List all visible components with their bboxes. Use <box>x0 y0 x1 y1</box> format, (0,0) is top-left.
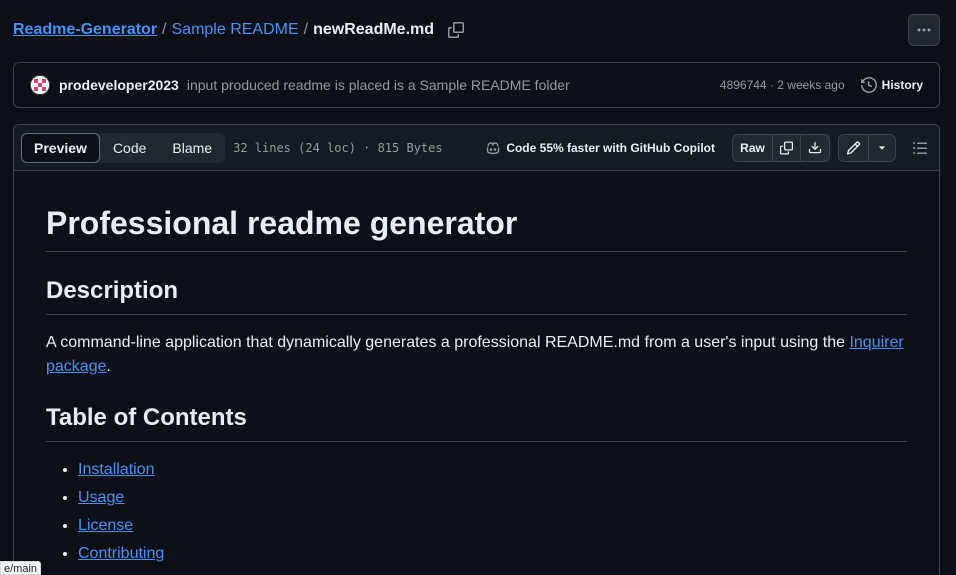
tab-preview[interactable]: Preview <box>21 132 100 163</box>
edit-file-button[interactable] <box>839 134 869 161</box>
copilot-promo-button[interactable]: Code 55% faster with GitHub Copilot <box>485 140 715 156</box>
commit-message[interactable]: input produced readme is placed is a Sam… <box>187 77 570 93</box>
toc-heading: Table of Contents <box>46 403 907 442</box>
triangle-down-icon <box>879 145 886 150</box>
breadcrumb-repo-link[interactable]: Readme-Generator <box>13 21 157 39</box>
link-status-tooltip: e/main <box>0 561 42 575</box>
list-item: Installation <box>78 458 907 482</box>
edit-actions-group <box>838 133 896 162</box>
toc-link-usage[interactable]: Usage <box>78 489 124 506</box>
copy-icon <box>780 141 793 154</box>
description-end: . <box>106 358 111 375</box>
avatar-identicon <box>31 76 49 94</box>
toc-link-installation[interactable]: Installation <box>78 461 155 478</box>
tab-code[interactable]: Code <box>100 133 159 163</box>
file-info: 32 lines (24 loc) · 815 Bytes <box>233 140 443 155</box>
toc-list: Installation Usage License Contributing <box>46 458 907 566</box>
pencil-icon <box>846 140 861 155</box>
breadcrumb-separator: / <box>303 21 309 38</box>
view-mode-tabs: Preview Code Blame <box>21 132 226 163</box>
readme-title: Professional readme generator <box>46 203 907 252</box>
list-unordered-icon <box>913 141 927 154</box>
description-paragraph: A command-line application that dynamica… <box>46 331 907 379</box>
raw-button[interactable]: Raw <box>733 134 773 161</box>
list-item: Contributing <box>78 542 907 566</box>
breadcrumb: Readme-Generator / Sample README / newRe… <box>13 19 465 41</box>
copy-raw-button[interactable] <box>773 134 801 161</box>
file-header: Preview Code Blame 32 lines (24 loc) · 8… <box>14 125 939 171</box>
history-label: History <box>881 78 923 92</box>
toc-link-license[interactable]: License <box>78 517 133 534</box>
list-item: Usage <box>78 486 907 510</box>
copy-icon <box>448 22 465 38</box>
file-viewer: Preview Code Blame 32 lines (24 loc) · 8… <box>13 124 940 575</box>
breadcrumb-separator: / <box>162 21 167 38</box>
commit-author[interactable]: prodeveloper2023 <box>59 77 179 93</box>
latest-commit-bar: prodeveloper2023 input produced readme i… <box>13 62 940 108</box>
file-actions-group: Raw <box>732 133 830 162</box>
copy-path-button[interactable] <box>447 21 465 39</box>
history-button[interactable]: History <box>860 77 923 93</box>
copilot-icon <box>487 141 500 154</box>
description-text: A command-line application that dynamica… <box>46 334 850 351</box>
avatar[interactable] <box>30 75 50 95</box>
outline-toggle-button[interactable] <box>908 136 932 160</box>
markdown-body: Professional readme generator Descriptio… <box>14 171 939 566</box>
kebab-horizontal-icon <box>917 28 931 32</box>
commit-meta[interactable]: 4896744 · 2 weeks ago <box>720 78 845 92</box>
copilot-promo-label: Code 55% faster with GitHub Copilot <box>506 140 715 155</box>
edit-dropdown-button[interactable] <box>869 135 895 161</box>
history-icon <box>860 77 877 93</box>
toc-link-contributing[interactable]: Contributing <box>78 545 164 562</box>
breadcrumb-folder-link[interactable]: Sample README <box>172 21 299 39</box>
more-options-button[interactable] <box>908 14 940 46</box>
description-heading: Description <box>46 276 907 315</box>
tab-blame[interactable]: Blame <box>159 133 225 163</box>
download-icon <box>808 141 822 153</box>
list-item: License <box>78 514 907 538</box>
breadcrumb-file-name: newReadMe.md <box>313 21 435 38</box>
download-button[interactable] <box>801 135 829 161</box>
